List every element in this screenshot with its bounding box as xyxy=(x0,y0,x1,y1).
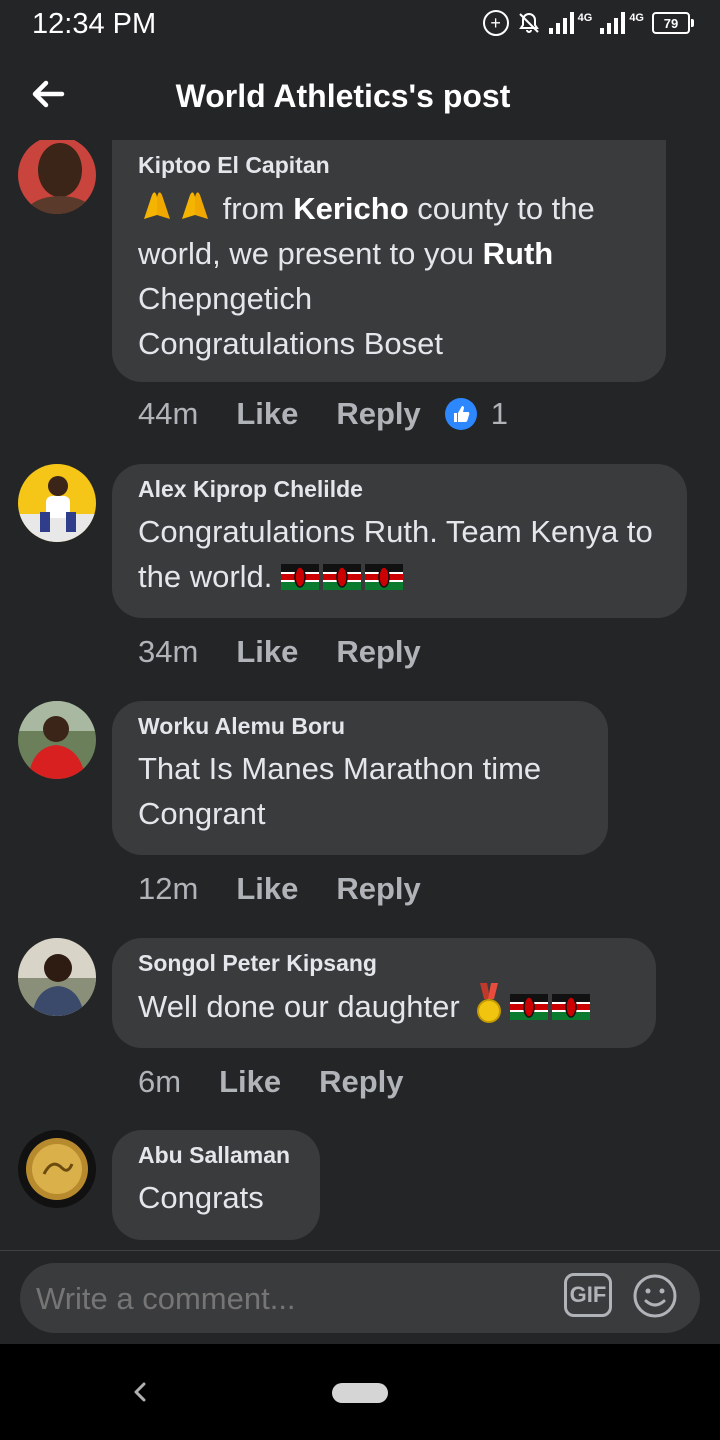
kenya-flag-emoji-icon xyxy=(323,564,362,590)
status-icons: + 4G 4G 79 xyxy=(482,10,694,36)
post-header: World Athletics's post xyxy=(0,50,720,140)
comment-actions: 34m Like Reply xyxy=(138,634,459,670)
kenya-flag-emoji-icon xyxy=(281,564,320,590)
text-segment: Well done our daughter xyxy=(138,989,469,1024)
home-button[interactable] xyxy=(332,1383,388,1403)
signal-1-icon xyxy=(548,12,574,34)
like-button[interactable]: Like xyxy=(236,396,298,432)
comment-time: 34m xyxy=(138,634,199,669)
comment-list[interactable]: Kiptoo El Capitan from Kericho county to… xyxy=(0,140,720,1250)
comment-text: Congrats xyxy=(138,1180,264,1215)
composer-divider xyxy=(0,1250,720,1251)
comment-actions: 6m Like Reply xyxy=(138,1064,442,1100)
comment-text: That Is Manes Marathon time Congrant xyxy=(138,751,542,831)
avatar[interactable] xyxy=(18,140,96,214)
reply-button[interactable]: Reply xyxy=(319,1064,403,1100)
network-2-label: 4G xyxy=(629,12,644,24)
comment-author[interactable]: Abu Sallaman xyxy=(138,1142,294,1169)
comment-composer[interactable]: GIF xyxy=(20,1263,700,1335)
medal-emoji-icon xyxy=(477,983,502,1023)
comment-author[interactable]: Worku Alemu Boru xyxy=(138,713,582,740)
battery-level: 79 xyxy=(663,15,679,31)
like-button[interactable]: Like xyxy=(236,871,298,907)
status-time: 12:34 PM xyxy=(32,8,157,40)
comment-actions: 44m Like Reply 1 xyxy=(138,396,508,432)
comment-time: 6m xyxy=(138,1064,182,1099)
folded-hands-emoji-icon xyxy=(182,192,208,219)
comment-author[interactable]: Songol Peter Kipsang xyxy=(138,950,630,977)
network-1-label: 4G xyxy=(577,12,593,24)
comment-bubble[interactable]: Abu Sallaman Congrats xyxy=(112,1130,320,1240)
reaction-summary[interactable]: 1 xyxy=(444,396,509,432)
comment-bubble[interactable]: Songol Peter Kipsang Well done our daugh… xyxy=(112,938,656,1048)
status-bar: 12:34 PM + 4G 4G 79 xyxy=(0,0,720,50)
avatar[interactable] xyxy=(18,464,96,542)
nav-back-icon[interactable] xyxy=(128,1374,152,1410)
kenya-flag-emoji-icon xyxy=(365,564,404,590)
avatar[interactable] xyxy=(18,701,96,779)
battery-icon: 79 xyxy=(652,12,694,34)
comment-actions: 12m Like Reply xyxy=(138,871,459,907)
avatar[interactable] xyxy=(18,1130,96,1208)
text-segment: Congratulations Boset xyxy=(138,326,444,361)
comment-author[interactable]: Alex Kiprop Chelilde xyxy=(138,476,661,503)
thumbs-up-icon xyxy=(444,398,477,430)
kenya-flag-emoji-icon xyxy=(552,994,591,1020)
comment-bubble[interactable]: Worku Alemu Boru That Is Manes Marathon … xyxy=(112,701,608,855)
comment-bubble[interactable]: Alex Kiprop Chelilde Congratulations Rut… xyxy=(112,464,687,618)
reaction-count: 1 xyxy=(490,396,509,431)
reply-button[interactable]: Reply xyxy=(336,396,420,432)
like-button[interactable]: Like xyxy=(236,634,298,670)
gif-button[interactable]: GIF xyxy=(564,1273,612,1317)
emoji-icon[interactable] xyxy=(632,1273,678,1319)
comment-text: from Kericho county to the world, we pre… xyxy=(138,185,640,366)
notification-bell-icon xyxy=(518,12,539,33)
comment-bubble[interactable]: Kiptoo El Capitan from Kericho county to… xyxy=(112,140,666,382)
text-segment: from xyxy=(214,191,294,226)
like-button[interactable]: Like xyxy=(219,1064,281,1100)
comment-time: 12m xyxy=(138,871,199,906)
folded-hands-emoji-icon xyxy=(144,192,170,219)
avatar[interactable] xyxy=(18,938,96,1016)
signal-2-icon xyxy=(600,12,626,34)
comment-text: Well done our daughter xyxy=(138,983,630,1029)
reply-button[interactable]: Reply xyxy=(336,871,420,907)
comment-input[interactable] xyxy=(34,1263,558,1335)
comment-time: 44m xyxy=(138,396,199,431)
kenya-flag-emoji-icon xyxy=(510,994,549,1020)
data-saver-icon: + xyxy=(482,10,509,36)
comment-author[interactable]: Kiptoo El Capitan xyxy=(138,152,640,179)
system-nav-bar xyxy=(0,1344,720,1440)
text-bold: Ruth xyxy=(482,236,554,271)
text-bold: Kericho xyxy=(293,191,409,226)
text-segment: Chepngetich xyxy=(138,281,313,316)
reply-button[interactable]: Reply xyxy=(336,634,420,670)
page-title: World Athletics's post xyxy=(175,78,511,114)
comment-text: Congratulations Ruth. Team Kenya to the … xyxy=(138,509,661,599)
